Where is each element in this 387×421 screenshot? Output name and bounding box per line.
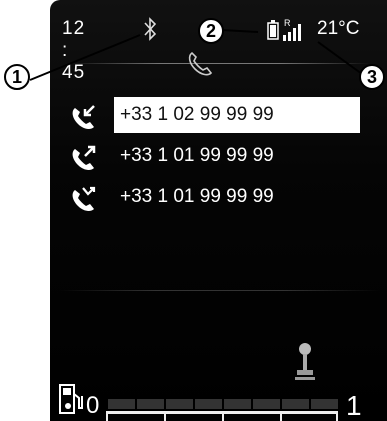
call-history-list: +33 1 02 99 99 99 +33 1 01 99 99 99 +33 … (62, 97, 387, 223)
bluetooth-icon (142, 16, 158, 48)
call-number: +33 1 01 99 99 99 (120, 145, 274, 166)
fuel-gauge-tick (280, 411, 282, 421)
content-divider (60, 290, 380, 291)
roaming-indicator: R (284, 18, 291, 28)
fuel-gauge-segment (282, 399, 309, 409)
fuel-gauge-segment (311, 399, 338, 409)
call-row-3[interactable]: +33 1 01 99 99 99 (62, 182, 387, 223)
signal-icon: R (282, 18, 304, 48)
call-number: +33 1 02 99 99 99 (114, 97, 360, 133)
callout-marker-2: 2 (198, 18, 224, 44)
fuel-gauge-segment (137, 399, 164, 409)
fuel-gauge-segment (195, 399, 222, 409)
fuel-empty-label: 0 (86, 392, 100, 419)
call-row-1[interactable]: +33 1 02 99 99 99 (62, 97, 387, 141)
fuel-gauge-tick (164, 411, 166, 421)
fuel-gauge-tick (336, 411, 338, 421)
clock: 12 : 45 (62, 18, 86, 83)
fuel-gauge-segment (253, 399, 280, 409)
fuel-full-label: 1 (346, 390, 362, 421)
fuel-gauge-tick (222, 411, 224, 421)
outgoing-call-icon (68, 143, 98, 178)
battery-icon (267, 20, 279, 46)
fuel-gauge-segment (166, 399, 193, 409)
fuel-gauge (106, 399, 338, 421)
fuel-gauge-segment (108, 399, 135, 409)
phone-icon (183, 48, 217, 85)
incoming-call-icon (68, 102, 98, 137)
fuel-gauge-segment (224, 399, 251, 409)
call-number: +33 1 01 99 99 99 (120, 186, 274, 207)
infotainment-screen: 12 : 45 R 21°C +33 1 02 99 99 99 +33 1 0… (50, 0, 387, 421)
temperature: 21°C (317, 18, 360, 39)
callout-marker-3: 3 (359, 64, 385, 90)
fuel-pump-icon (58, 380, 84, 421)
fuel-gauge-tick (106, 411, 108, 421)
callout-marker-1: 1 (4, 64, 30, 90)
header-divider (70, 63, 370, 64)
missed-call-icon (68, 184, 98, 219)
gear-lever-icon (293, 342, 317, 389)
call-row-2[interactable]: +33 1 01 99 99 99 (62, 141, 387, 182)
